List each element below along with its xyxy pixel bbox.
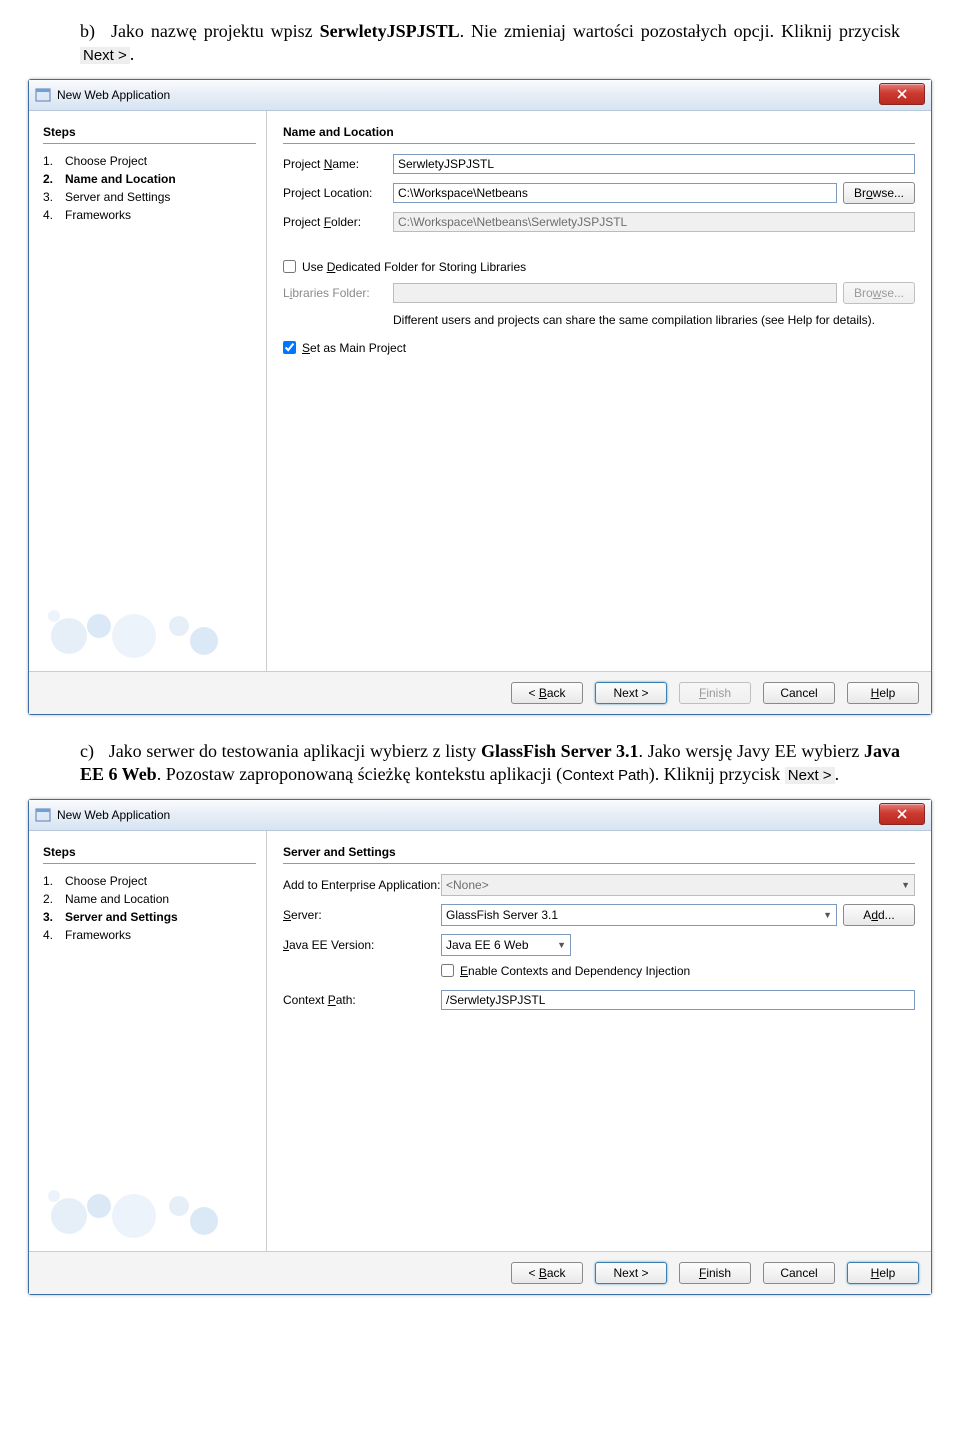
- step-item: 2.Name and Location: [43, 892, 256, 906]
- main-panel: Name and Location Project Name: Project …: [267, 111, 931, 671]
- steps-panel: Steps 1.Choose Project 2.Name and Locati…: [29, 831, 267, 1251]
- button-bar: < Back Next > Finish Cancel Help: [29, 671, 931, 714]
- add-enterprise-label: Add to Enterprise Application:: [283, 878, 441, 892]
- steps-panel: Steps 1.Choose Project 2.Name and Locati…: [29, 111, 267, 671]
- step-item: 4.Frameworks: [43, 928, 256, 942]
- project-folder-input: [393, 212, 915, 232]
- dialog-server-and-settings: New Web Application Steps 1.Choose Proje…: [28, 799, 932, 1295]
- chevron-down-icon: ▼: [557, 940, 566, 950]
- cancel-button[interactable]: Cancel: [763, 682, 835, 704]
- steps-heading: Steps: [43, 125, 256, 139]
- steps-heading: Steps: [43, 845, 256, 859]
- context-path-input[interactable]: [441, 990, 915, 1010]
- back-button[interactable]: < Back: [511, 1262, 583, 1284]
- finish-button: Finish: [679, 682, 751, 704]
- enable-cdi-label: Enable Contexts and Dependency Injection: [460, 964, 690, 978]
- next-button[interactable]: Next >: [595, 682, 667, 704]
- steps-list: 1.Choose Project 2.Name and Location 3.S…: [43, 874, 256, 942]
- server-combo[interactable]: GlassFish Server 3.1 ▼: [441, 904, 837, 926]
- project-location-label: Project Location:: [283, 186, 393, 200]
- button-bar: < Back Next > Finish Cancel Help: [29, 1251, 931, 1294]
- chevron-down-icon: ▼: [901, 880, 910, 890]
- panel-heading: Server and Settings: [283, 845, 915, 859]
- step-item: 3.Server and Settings: [43, 910, 256, 924]
- next-button[interactable]: Next >: [595, 1262, 667, 1284]
- help-button[interactable]: Help: [847, 682, 919, 704]
- enable-cdi-checkbox[interactable]: [441, 964, 454, 977]
- set-main-checkbox[interactable]: [283, 341, 296, 354]
- steps-list: 1.Choose Project 2.Name and Location 3.S…: [43, 154, 256, 222]
- panel-heading: Name and Location: [283, 125, 915, 139]
- back-button[interactable]: < Back: [511, 682, 583, 704]
- close-icon: [897, 89, 907, 99]
- javaee-label: Java EE Version:: [283, 938, 441, 952]
- step-item: 1.Choose Project: [43, 154, 256, 168]
- browse-libraries-button: Browse...: [843, 282, 915, 304]
- add-server-button[interactable]: Add...: [843, 904, 915, 926]
- instruction-b: b) Jako nazwę projektu wpisz SerwletyJSP…: [80, 20, 900, 67]
- main-panel: Server and Settings Add to Enterprise Ap…: [267, 831, 931, 1251]
- context-path-label: Context Path:: [283, 993, 441, 1007]
- dedicated-folder-label: Use Dedicated Folder for Storing Librari…: [302, 260, 526, 274]
- decorative-bubbles: [39, 1161, 239, 1241]
- step-item: 4.Frameworks: [43, 208, 256, 222]
- libraries-note: Different users and projects can share t…: [393, 312, 915, 329]
- libraries-folder-input: [393, 283, 837, 303]
- step-item: 1.Choose Project: [43, 874, 256, 888]
- close-icon: [897, 809, 907, 819]
- window-title: New Web Application: [57, 808, 170, 822]
- step-item: 2.Name and Location: [43, 172, 256, 186]
- step-item: 3.Server and Settings: [43, 190, 256, 204]
- window-title: New Web Application: [57, 88, 170, 102]
- titlebar[interactable]: New Web Application: [29, 80, 931, 111]
- decorative-bubbles: [39, 581, 239, 661]
- chevron-down-icon: ▼: [823, 910, 832, 920]
- dialog-name-and-location: New Web Application Steps 1.Choose Proje…: [28, 79, 932, 715]
- project-location-input[interactable]: [393, 183, 837, 203]
- libraries-folder-label: Libraries Folder:: [283, 286, 393, 300]
- app-icon: [35, 87, 51, 103]
- browse-location-button[interactable]: Browse...: [843, 182, 915, 204]
- close-button[interactable]: [879, 803, 925, 825]
- dedicated-folder-checkbox[interactable]: [283, 260, 296, 273]
- project-folder-label: Project Folder:: [283, 215, 393, 229]
- set-main-label: Set as Main Project: [302, 341, 406, 355]
- finish-button[interactable]: Finish: [679, 1262, 751, 1284]
- project-name-input[interactable]: [393, 154, 915, 174]
- instruction-c: c) Jako serwer do testowania aplikacji w…: [80, 740, 900, 787]
- cancel-button[interactable]: Cancel: [763, 1262, 835, 1284]
- project-name-label: Project Name:: [283, 157, 393, 171]
- help-button[interactable]: Help: [847, 1262, 919, 1284]
- app-icon: [35, 807, 51, 823]
- javaee-combo[interactable]: Java EE 6 Web ▼: [441, 934, 571, 956]
- add-enterprise-combo[interactable]: <None> ▼: [441, 874, 915, 896]
- server-label: Server:: [283, 908, 441, 922]
- titlebar[interactable]: New Web Application: [29, 800, 931, 831]
- close-button[interactable]: [879, 83, 925, 105]
